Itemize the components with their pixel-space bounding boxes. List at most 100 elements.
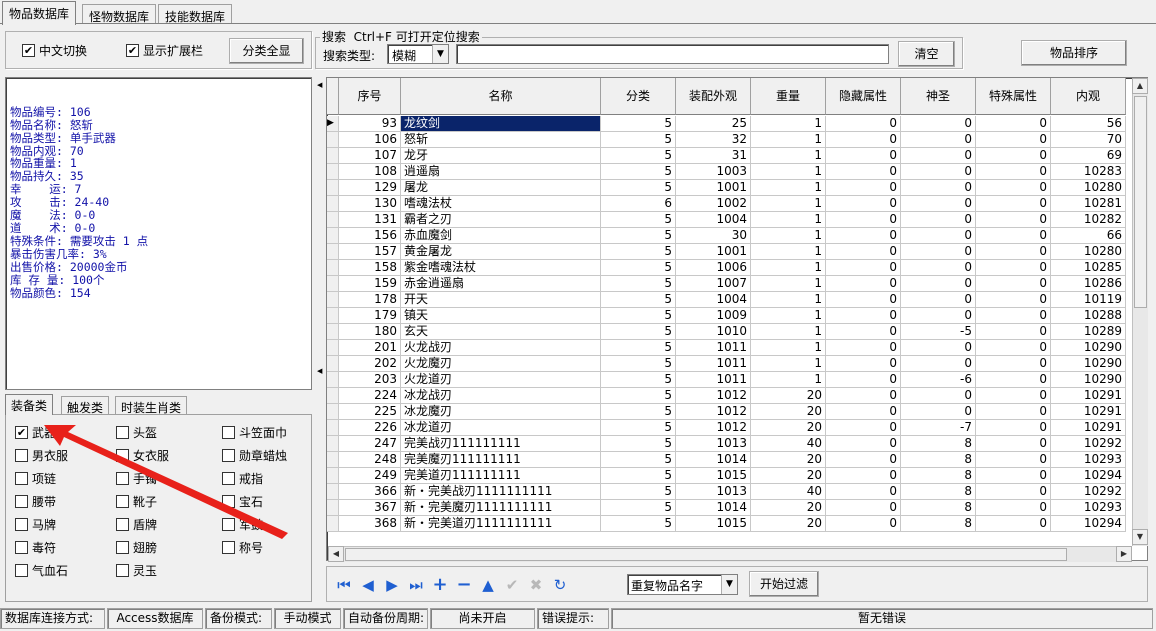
horizontal-scrollbar[interactable]: ◀ ▶ <box>328 546 1132 562</box>
table-cell[interactable]: 0 <box>826 340 901 356</box>
table-cell[interactable]: 5 <box>601 468 676 484</box>
row-indicator[interactable] <box>327 276 339 292</box>
table-cell[interactable]: 逍遥扇 <box>401 164 601 180</box>
table-cell[interactable]: 0 <box>901 228 976 244</box>
table-row[interactable]: 226 冰龙道刃 5 1012 20 0 -7 0 10291 <box>327 420 1126 436</box>
table-cell[interactable]: 10286 <box>1051 276 1126 292</box>
chinese-switch-checkbox[interactable]: ✔ 中文切换 <box>22 42 87 59</box>
table-cell[interactable]: 嗜魂法杖 <box>401 196 601 212</box>
table-cell[interactable]: 10290 <box>1051 356 1126 372</box>
table-cell[interactable]: 龙纹剑 <box>401 116 601 132</box>
table-cell[interactable]: 5 <box>601 516 676 532</box>
column-header[interactable]: 名称 <box>401 78 601 115</box>
row-indicator[interactable] <box>327 356 339 372</box>
edit-record-icon[interactable]: ▲ <box>479 576 497 594</box>
table-cell[interactable]: 69 <box>1051 148 1126 164</box>
table-cell[interactable]: 20 <box>751 420 826 436</box>
checkbox-box[interactable] <box>116 472 129 485</box>
table-cell[interactable]: 10293 <box>1051 452 1126 468</box>
table-cell[interactable]: 5 <box>601 404 676 420</box>
table-cell[interactable]: 1014 <box>676 452 751 468</box>
table-cell[interactable]: 霸者之刃 <box>401 212 601 228</box>
table-row[interactable]: 367 新・完美魔刃1111111111 5 1014 20 0 8 0 10293 <box>327 500 1126 516</box>
table-cell[interactable]: 10291 <box>1051 404 1126 420</box>
search-input[interactable] <box>456 44 889 64</box>
row-indicator[interactable] <box>327 148 339 164</box>
table-cell[interactable]: 10283 <box>1051 164 1126 180</box>
column-header[interactable]: 隐藏属性 <box>826 78 901 115</box>
horizontal-scroll-thumb[interactable] <box>345 548 1067 561</box>
table-cell[interactable]: 火龙道刃 <box>401 372 601 388</box>
table-cell[interactable]: 1001 <box>676 244 751 260</box>
table-cell[interactable]: 178 <box>339 292 401 308</box>
row-indicator[interactable] <box>327 420 339 436</box>
category-checkbox[interactable]: 勋章蜡烛 <box>222 447 287 464</box>
table-cell[interactable]: 367 <box>339 500 401 516</box>
table-cell[interactable]: -6 <box>901 372 976 388</box>
checkbox-box[interactable]: ✔ <box>15 426 28 439</box>
table-cell[interactable]: 1 <box>751 228 826 244</box>
table-cell[interactable]: 1 <box>751 308 826 324</box>
table-cell[interactable]: 224 <box>339 388 401 404</box>
row-indicator[interactable] <box>327 388 339 404</box>
table-row[interactable]: 201 火龙战刃 5 1011 1 0 0 0 10290 <box>327 340 1126 356</box>
table-cell[interactable]: 0 <box>901 212 976 228</box>
table-cell[interactable]: 0 <box>976 292 1051 308</box>
category-checkbox[interactable]: 手镯 <box>116 470 157 487</box>
tab-equipment[interactable]: 装备类 <box>5 394 54 415</box>
scroll-right-icon[interactable]: ▶ <box>1116 546 1132 562</box>
table-cell[interactable]: 0 <box>901 132 976 148</box>
table-cell[interactable]: 30 <box>676 228 751 244</box>
row-indicator[interactable] <box>327 180 339 196</box>
table-cell[interactable]: 368 <box>339 516 401 532</box>
table-cell[interactable]: 56 <box>1051 116 1126 132</box>
table-cell[interactable]: 0 <box>976 180 1051 196</box>
table-cell[interactable]: 5 <box>601 228 676 244</box>
table-cell[interactable]: 201 <box>339 340 401 356</box>
table-row[interactable]: 224 冰龙战刃 5 1012 20 0 0 0 10291 <box>327 388 1126 404</box>
table-cell[interactable]: 1011 <box>676 340 751 356</box>
row-indicator[interactable] <box>327 308 339 324</box>
table-cell[interactable]: 8 <box>901 484 976 500</box>
table-cell[interactable]: 129 <box>339 180 401 196</box>
table-cell[interactable]: 0 <box>976 260 1051 276</box>
table-row[interactable]: 225 冰龙魔刃 5 1012 20 0 0 0 10291 <box>327 404 1126 420</box>
current-row-icon[interactable]: ▶ <box>327 116 339 132</box>
table-cell[interactable]: 0 <box>901 164 976 180</box>
table-row[interactable]: 130 嗜魂法杖 6 1002 1 0 0 0 10281 <box>327 196 1126 212</box>
table-cell[interactable]: 225 <box>339 404 401 420</box>
table-cell[interactable]: 1004 <box>676 212 751 228</box>
table-cell[interactable]: 249 <box>339 468 401 484</box>
collapse-left-icon[interactable]: ◀ <box>317 367 322 375</box>
category-checkbox[interactable]: 男衣服 <box>15 447 68 464</box>
table-cell[interactable]: 203 <box>339 372 401 388</box>
table-cell[interactable]: 0 <box>901 180 976 196</box>
table-cell[interactable]: 0 <box>826 212 901 228</box>
table-cell[interactable]: 火龙战刃 <box>401 340 601 356</box>
tab-monster-db[interactable]: 怪物数据库 <box>82 4 157 24</box>
table-cell[interactable]: 5 <box>601 244 676 260</box>
table-cell[interactable]: 1 <box>751 148 826 164</box>
table-cell[interactable]: 8 <box>901 500 976 516</box>
item-sort-button[interactable]: 物品排序 <box>1021 40 1127 66</box>
table-cell[interactable]: 0 <box>976 420 1051 436</box>
table-cell[interactable]: 0 <box>976 468 1051 484</box>
column-header[interactable]: 神圣 <box>901 78 976 115</box>
table-cell[interactable]: 40 <box>751 436 826 452</box>
table-row[interactable]: 180 玄天 5 1010 1 0 -5 0 10289 <box>327 324 1126 340</box>
table-cell[interactable]: 10291 <box>1051 388 1126 404</box>
row-indicator[interactable] <box>327 500 339 516</box>
table-cell[interactable]: 完美魔刃111111111 <box>401 452 601 468</box>
vertical-scroll-thumb[interactable] <box>1134 96 1147 308</box>
checkbox-box[interactable] <box>116 564 129 577</box>
table-row[interactable]: 203 火龙道刃 5 1011 1 0 -6 0 10290 <box>327 372 1126 388</box>
table-cell[interactable]: 156 <box>339 228 401 244</box>
cancel-x-icon[interactable]: ✖ <box>527 576 545 594</box>
table-cell[interactable]: 107 <box>339 148 401 164</box>
panel-splitter[interactable]: ◀ ◀ <box>315 77 325 603</box>
table-cell[interactable]: 0 <box>976 436 1051 452</box>
table-cell[interactable]: 32 <box>676 132 751 148</box>
table-cell[interactable]: 0 <box>901 276 976 292</box>
table-cell[interactable]: 冰龙战刃 <box>401 388 601 404</box>
table-cell[interactable]: 10294 <box>1051 468 1126 484</box>
